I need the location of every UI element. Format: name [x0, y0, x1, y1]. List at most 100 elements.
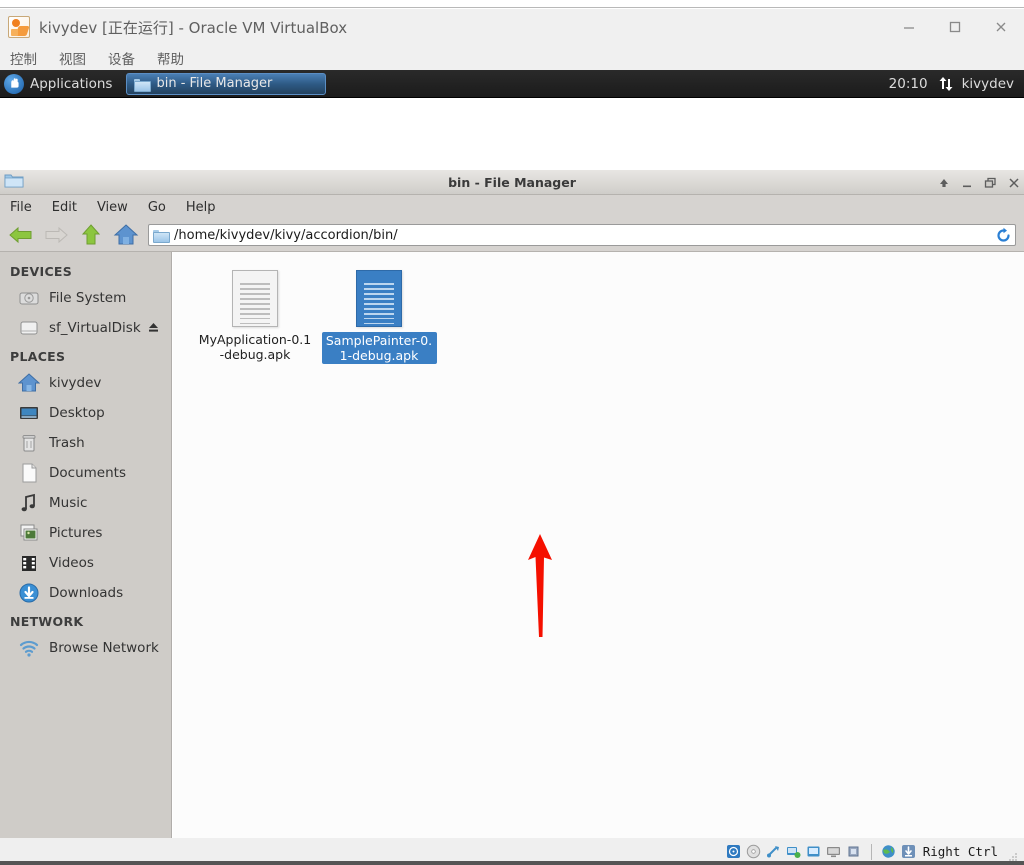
folder-icon	[153, 229, 170, 243]
virtualbox-titlebar: kivydev [正在运行] - Oracle VM VirtualBox	[0, 9, 1024, 45]
virtualbox-title: kivydev [正在运行] - Oracle VM VirtualBox	[39, 18, 348, 37]
sidebar-item-file-system[interactable]: File System	[0, 283, 171, 313]
folder-icon	[4, 172, 24, 189]
hard-disk-icon[interactable]	[726, 844, 742, 860]
desktop-icon	[18, 402, 40, 424]
vbox-menu-help[interactable]: 帮助	[157, 48, 184, 68]
panel-clock[interactable]: 20:10	[889, 76, 928, 92]
menu-edit[interactable]: Edit	[52, 200, 77, 215]
music-note-icon	[18, 492, 40, 514]
sidebar-item-label: Browse Network	[49, 640, 159, 656]
sidebar-item-downloads[interactable]: Downloads	[0, 578, 171, 608]
optical-disk-icon[interactable]	[746, 844, 762, 860]
maximize-icon[interactable]	[932, 9, 978, 45]
shared-folder-icon[interactable]	[806, 844, 822, 860]
vbox-menu-view[interactable]: 视图	[59, 48, 86, 68]
sidebar-item-label: Documents	[49, 465, 126, 481]
vbox-menu-control[interactable]: 控制	[10, 48, 37, 68]
menu-file[interactable]: File	[10, 200, 32, 215]
background-window-bleed	[0, 0, 1024, 9]
host-key-label: Right Ctrl	[922, 844, 998, 859]
virtualbox-menubar: 控制 视图 设备 帮助	[0, 45, 1024, 70]
minimize-icon[interactable]	[961, 177, 973, 189]
sidebar-item-music[interactable]: Music	[0, 488, 171, 518]
download-icon	[18, 582, 40, 604]
reload-icon[interactable]	[994, 226, 1012, 244]
document-file-icon	[356, 270, 402, 327]
close-icon[interactable]	[978, 9, 1024, 45]
resize-grip[interactable]	[1008, 847, 1018, 861]
sidebar-item-documents[interactable]: Documents	[0, 458, 171, 488]
globe-icon[interactable]	[881, 844, 897, 860]
network-updown-icon[interactable]	[937, 76, 953, 92]
taskbar-button-file-manager[interactable]: bin - File Manager	[126, 72, 327, 95]
menu-help[interactable]: Help	[186, 200, 216, 215]
menu-go[interactable]: Go	[148, 200, 166, 215]
sidebar-item-label: sf_VirtualDisk	[49, 320, 141, 336]
guest-screen: Applications bin - File Manager 20:10 ki…	[0, 70, 1024, 838]
virtualbox-window-controls	[886, 9, 1024, 45]
sidebar-item-videos[interactable]: Videos	[0, 548, 171, 578]
file-item[interactable]: SamplePainter-0.1-debug.apk	[319, 266, 439, 364]
back-arrow-icon[interactable]	[8, 223, 34, 247]
file-manager-window-controls	[938, 170, 1020, 195]
home-icon[interactable]	[113, 223, 139, 247]
restore-icon[interactable]	[984, 177, 997, 189]
close-icon[interactable]	[1008, 177, 1020, 189]
sidebar-item-kivydev[interactable]: kivydev	[0, 368, 171, 398]
file-manager-title: bin - File Manager	[448, 174, 576, 190]
sidebar-item-trash[interactable]: Trash	[0, 428, 171, 458]
display-icon[interactable]	[826, 844, 842, 860]
document-file-icon	[232, 270, 278, 327]
document-icon	[18, 462, 40, 484]
virtualbox-icon	[8, 16, 30, 38]
file-manager-menubar: File Edit View Go Help	[0, 195, 1024, 219]
vbox-menu-devices[interactable]: 设备	[108, 48, 135, 68]
mouse-capture-icon[interactable]	[901, 844, 917, 860]
statusbar-separator	[870, 843, 872, 860]
file-item[interactable]: MyApplication-0.1-debug.apk	[195, 266, 315, 362]
up-arrow-icon[interactable]	[78, 223, 104, 247]
file-name-label: SamplePainter-0.1-debug.apk	[321, 332, 437, 364]
path-entry[interactable]: /home/kivydev/kivy/accordion/bin/	[148, 224, 1016, 246]
sidebar-item-browse-network[interactable]: Browse Network	[0, 633, 171, 663]
sidebar-item-label: Videos	[49, 555, 94, 571]
statusbar-icons: Right Ctrl	[726, 843, 1018, 861]
sidebar-item-sf-virtualdisk[interactable]: sf_VirtualDisk	[0, 313, 171, 343]
sidebar-item-label: kivydev	[49, 375, 102, 391]
video-film-icon	[18, 552, 40, 574]
file-manager-sidebar: DEVICES File System sf_VirtualDisk PLACE…	[0, 252, 172, 838]
panel-username[interactable]: kivydev	[962, 76, 1014, 92]
minimize-icon[interactable]	[886, 9, 932, 45]
sidebar-group-devices: DEVICES	[10, 264, 73, 279]
icon-area: MyApplication-0.1-debug.apk SamplePainte…	[173, 252, 1024, 838]
xfce-mouse-icon	[4, 73, 24, 94]
trash-icon	[18, 432, 40, 454]
file-list-view[interactable]: MyApplication-0.1-debug.apk SamplePainte…	[172, 252, 1024, 838]
home-icon	[18, 372, 40, 394]
sidebar-item-label: Trash	[49, 435, 85, 451]
sidebar-group-places: PLACES	[10, 349, 66, 364]
folder-icon	[134, 78, 152, 92]
forward-arrow-icon	[43, 223, 69, 247]
window-bottom-edge	[0, 861, 1024, 865]
pictures-icon	[18, 522, 40, 544]
harddisk-icon	[18, 287, 40, 309]
eject-icon[interactable]	[148, 322, 159, 334]
shade-up-icon[interactable]	[938, 177, 950, 189]
sidebar-item-desktop[interactable]: Desktop	[0, 398, 171, 428]
sidebar-item-label: Desktop	[49, 405, 105, 421]
sidebar-item-label: Downloads	[49, 585, 124, 601]
network-icon[interactable]	[786, 844, 802, 860]
file-manager-toolbar: /home/kivydev/kivy/accordion/bin/	[0, 219, 1024, 251]
drive-icon	[18, 317, 40, 339]
cpu-icon[interactable]	[846, 844, 862, 860]
applications-menu-label: Applications	[30, 75, 113, 92]
virtualbox-window: kivydev [正在运行] - Oracle VM VirtualBox 控制…	[0, 0, 1024, 865]
applications-menu-button[interactable]: Applications	[0, 70, 122, 98]
menu-view[interactable]: View	[97, 200, 128, 215]
bleed-divider	[0, 7, 1024, 8]
usb-icon[interactable]	[766, 844, 782, 860]
sidebar-item-pictures[interactable]: Pictures	[0, 518, 171, 548]
file-manager-window: bin - File Manager File Edit View Go Hel…	[0, 170, 1024, 838]
